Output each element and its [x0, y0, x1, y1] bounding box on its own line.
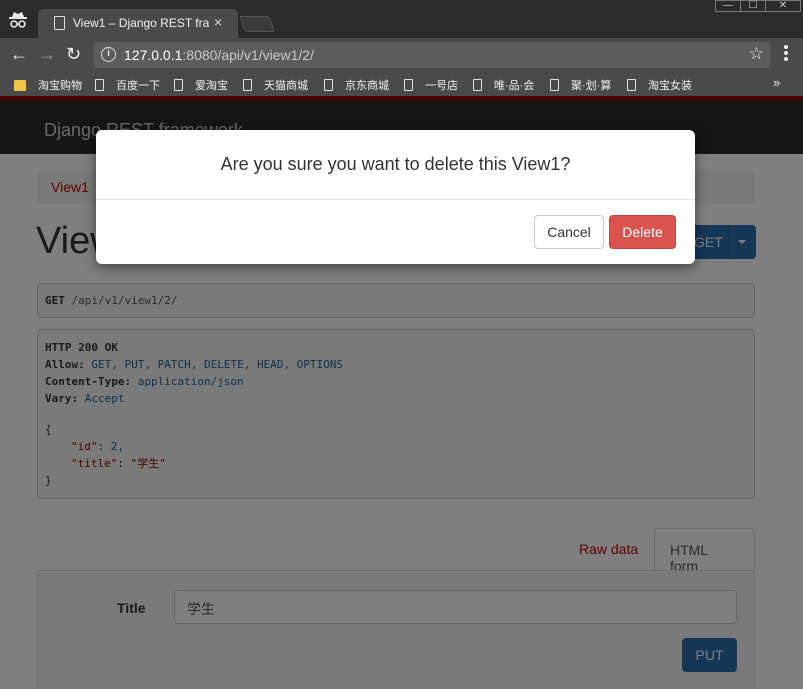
page-icon — [243, 79, 252, 91]
page-icon — [174, 79, 183, 91]
folder-icon — [14, 80, 26, 91]
page-icon — [404, 79, 413, 91]
close-window-button[interactable]: ✕ — [765, 0, 801, 12]
delete-button[interactable]: Delete — [609, 215, 676, 249]
bookmark-item[interactable]: 淘宝女装 — [627, 77, 692, 93]
modal-divider — [96, 199, 695, 200]
bookmark-item[interactable]: 一号店 — [404, 77, 458, 93]
page-icon — [54, 16, 65, 30]
page-icon — [627, 79, 636, 91]
page-icon — [473, 79, 482, 91]
page-icon — [550, 79, 559, 91]
bookmark-item[interactable]: 京东商城 — [324, 77, 389, 93]
delete-confirm-modal: Are you sure you want to delete this Vie… — [96, 130, 695, 264]
tab-title: View1 – Django REST framework — [73, 16, 209, 30]
bookmarks-bar: 淘宝购物 百度一下 爱淘宝 天猫商城 京东商城 一号店 唯·品·会 聚·划·算 … — [0, 72, 803, 96]
browser-tabstrip: View1 – Django REST framework × — ☐ ✕ — [0, 0, 803, 38]
url-text: 127.0.0.1:8080/api/v1/view1/2/ — [124, 47, 314, 63]
bookmark-item[interactable]: 聚·划·算 — [550, 77, 611, 93]
back-arrow-icon[interactable]: ← — [10, 44, 28, 65]
new-tab-button[interactable] — [239, 16, 275, 32]
bookmark-item[interactable]: 天猫商城 — [243, 77, 308, 93]
cancel-button[interactable]: Cancel — [534, 215, 604, 249]
bookmark-item[interactable]: 唯·品·会 — [473, 77, 534, 93]
info-icon[interactable]: i — [101, 47, 116, 62]
reload-icon[interactable]: ↻ — [66, 44, 81, 65]
page-icon — [95, 79, 104, 91]
incognito-icon — [9, 12, 27, 28]
bookmark-item[interactable]: 百度一下 — [95, 77, 160, 93]
close-tab-icon[interactable]: × — [214, 14, 222, 30]
bookmarks-overflow-button[interactable]: » — [773, 75, 780, 90]
forward-arrow-icon[interactable]: → — [38, 44, 56, 65]
address-bar[interactable]: i 127.0.0.1:8080/api/v1/view1/2/ ☆ — [94, 42, 770, 68]
bookmark-item[interactable]: 爱淘宝 — [174, 77, 228, 93]
maximize-button[interactable]: ☐ — [740, 0, 766, 12]
modal-question: Are you sure you want to delete this Vie… — [220, 154, 571, 174]
page-icon — [324, 79, 333, 91]
minimize-button[interactable]: — — [715, 0, 741, 12]
bookmark-star-icon[interactable]: ☆ — [749, 44, 764, 64]
browser-tab-active[interactable]: View1 – Django REST framework × — [38, 9, 238, 38]
bookmark-item[interactable]: 淘宝购物 — [14, 77, 82, 93]
browser-toolbar: ← → ↻ i 127.0.0.1:8080/api/v1/view1/2/ ☆ — [0, 38, 803, 72]
menu-dots-icon[interactable] — [784, 45, 788, 63]
